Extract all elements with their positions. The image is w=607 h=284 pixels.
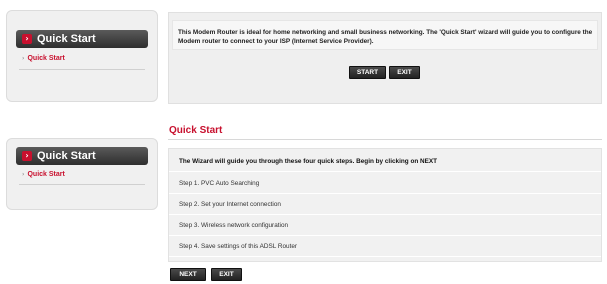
- step-row: Step 1. PVC Auto Searching: [169, 174, 601, 194]
- bullet-icon: ›: [22, 55, 25, 62]
- start-button[interactable]: START: [349, 66, 386, 79]
- next-button[interactable]: NEXT: [170, 268, 206, 281]
- top-sidebar-item-quick-start[interactable]: › Quick Start: [22, 55, 65, 62]
- arrow-right-icon: ›: [22, 34, 32, 44]
- step-row: Step 3. Wireless network configuration: [169, 216, 601, 236]
- top-sidebar-divider: [19, 69, 145, 70]
- page-title: Quick Start: [169, 125, 223, 136]
- bottom-sidebar: › Quick Start › Quick Start: [6, 138, 158, 210]
- bottom-exit-button[interactable]: EXIT: [211, 268, 242, 281]
- bottom-sidebar-header[interactable]: › Quick Start: [16, 147, 148, 165]
- bottom-sidebar-header-label: Quick Start: [37, 150, 96, 162]
- step-row: Step 4. Save settings of this ADSL Route…: [169, 237, 601, 257]
- title-divider: [168, 139, 602, 140]
- bottom-sidebar-divider: [19, 184, 145, 185]
- arrow-right-icon: ›: [22, 151, 32, 161]
- wizard-steps-box: The Wizard will guide you through these …: [168, 148, 602, 262]
- step-row: Step 2. Set your Internet connection: [169, 195, 601, 215]
- top-sidebar-item-label: Quick Start: [27, 55, 65, 62]
- top-sidebar-header[interactable]: › Quick Start: [16, 30, 148, 48]
- top-exit-button[interactable]: EXIT: [389, 66, 420, 79]
- wizard-intro: The Wizard will guide you through these …: [169, 152, 601, 172]
- bottom-sidebar-item-quick-start[interactable]: › Quick Start: [22, 171, 65, 178]
- bullet-icon: ›: [22, 171, 25, 178]
- bottom-sidebar-item-label: Quick Start: [27, 171, 65, 178]
- top-sidebar: › Quick Start › Quick Start: [6, 10, 158, 102]
- top-intro-text: This Modem Router is ideal for home netw…: [178, 29, 593, 45]
- top-sidebar-header-label: Quick Start: [37, 33, 96, 45]
